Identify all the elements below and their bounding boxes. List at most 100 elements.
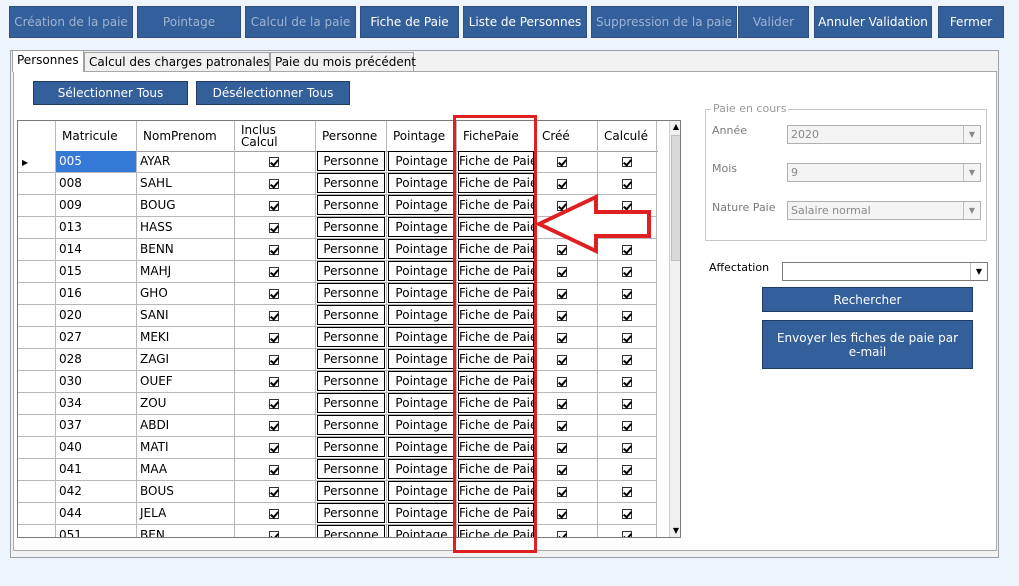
matricule-cell[interactable]: 013 <box>56 217 137 239</box>
personne-button[interactable]: Personne <box>317 151 385 171</box>
matricule-cell[interactable]: 041 <box>56 459 137 481</box>
table-row[interactable]: 051 BEN Personne Pointage Fiche de Paie <box>18 525 658 537</box>
matricule-cell[interactable]: 034 <box>56 393 137 415</box>
checkbox[interactable] <box>622 157 632 167</box>
nomprenom-cell[interactable]: AYAR <box>137 151 235 173</box>
fiche-de-paie-button[interactable]: Fiche de Paie <box>458 349 534 369</box>
checkbox[interactable] <box>622 531 632 537</box>
fiche-de-paie-button[interactable]: Fiche de Paie <box>458 437 534 457</box>
table-row[interactable]: 028 ZAGI Personne Pointage Fiche de Paie <box>18 349 658 371</box>
fichepaie-button-cell[interactable]: Fiche de Paie <box>457 217 536 239</box>
cree-cell[interactable] <box>536 173 598 195</box>
checkbox[interactable] <box>557 289 567 299</box>
matricule-cell[interactable]: 008 <box>56 173 137 195</box>
personne-button[interactable]: Personne <box>317 239 385 259</box>
toolbar-button-8[interactable]: Fermer <box>938 6 1004 38</box>
checkbox[interactable] <box>557 531 567 537</box>
pointage-button[interactable]: Pointage <box>388 437 455 457</box>
mois-select[interactable]: 9 ▼ <box>787 163 981 182</box>
pointage-button-cell[interactable]: Pointage <box>387 283 457 305</box>
checkbox[interactable] <box>269 311 279 321</box>
inclus-calcul-cell[interactable] <box>235 459 316 481</box>
fichepaie-button-cell[interactable]: Fiche de Paie <box>457 415 536 437</box>
personne-button[interactable]: Personne <box>317 327 385 347</box>
checkbox[interactable] <box>622 487 632 497</box>
row-selector[interactable] <box>18 349 56 371</box>
pointage-button-cell[interactable]: Pointage <box>387 349 457 371</box>
nomprenom-cell[interactable]: BOUG <box>137 195 235 217</box>
row-selector[interactable] <box>18 283 56 305</box>
checkbox[interactable] <box>622 465 632 475</box>
fiche-de-paie-button[interactable]: Fiche de Paie <box>458 481 534 501</box>
fiche-de-paie-button[interactable]: Fiche de Paie <box>458 503 534 523</box>
personne-button[interactable]: Personne <box>317 217 385 237</box>
personne-button-cell[interactable]: Personne <box>316 437 387 459</box>
toolbar-button-4[interactable]: Liste de Personnes <box>463 6 587 38</box>
calcule-cell[interactable] <box>598 283 657 305</box>
fiche-de-paie-button[interactable]: Fiche de Paie <box>458 195 534 215</box>
calcule-cell[interactable] <box>598 349 657 371</box>
checkbox[interactable] <box>269 267 279 277</box>
matricule-cell[interactable]: 051 <box>56 525 137 537</box>
column-header-5[interactable]: FichePaie <box>457 121 536 151</box>
matricule-cell[interactable]: 044 <box>56 503 137 525</box>
checkbox[interactable] <box>269 245 279 255</box>
toolbar-button-7[interactable]: Annuler Validation <box>814 6 932 38</box>
checkbox[interactable] <box>557 465 567 475</box>
row-selector[interactable] <box>18 239 56 261</box>
inclus-calcul-cell[interactable] <box>235 173 316 195</box>
checkbox[interactable] <box>269 399 279 409</box>
nomprenom-cell[interactable]: MAHJ <box>137 261 235 283</box>
calcule-cell[interactable] <box>598 437 657 459</box>
pointage-button[interactable]: Pointage <box>388 173 455 193</box>
fichepaie-button-cell[interactable]: Fiche de Paie <box>457 371 536 393</box>
personne-button-cell[interactable]: Personne <box>316 481 387 503</box>
fichepaie-button-cell[interactable]: Fiche de Paie <box>457 239 536 261</box>
pointage-button-cell[interactable]: Pointage <box>387 305 457 327</box>
matricule-cell[interactable]: 015 <box>56 261 137 283</box>
row-selector[interactable] <box>18 415 56 437</box>
pointage-button[interactable]: Pointage <box>388 195 455 215</box>
nomprenom-cell[interactable]: BENN <box>137 239 235 261</box>
pointage-button-cell[interactable]: Pointage <box>387 393 457 415</box>
fiche-de-paie-button[interactable]: Fiche de Paie <box>458 371 534 391</box>
personne-button[interactable]: Personne <box>317 393 385 413</box>
calcule-cell[interactable] <box>598 261 657 283</box>
pointage-button[interactable]: Pointage <box>388 327 455 347</box>
checkbox[interactable] <box>622 355 632 365</box>
personne-button[interactable]: Personne <box>317 349 385 369</box>
checkbox[interactable] <box>622 443 632 453</box>
pointage-button[interactable]: Pointage <box>388 393 455 413</box>
fichepaie-button-cell[interactable]: Fiche de Paie <box>457 283 536 305</box>
cree-cell[interactable] <box>536 371 598 393</box>
checkbox[interactable] <box>269 443 279 453</box>
fichepaie-button-cell[interactable]: Fiche de Paie <box>457 349 536 371</box>
table-row[interactable]: 016 GHO Personne Pointage Fiche de Paie <box>18 283 658 305</box>
fiche-de-paie-button[interactable]: Fiche de Paie <box>458 261 534 281</box>
calcule-cell[interactable] <box>598 327 657 349</box>
cree-cell[interactable] <box>536 415 598 437</box>
calcule-cell[interactable] <box>598 525 657 537</box>
pointage-button[interactable]: Pointage <box>388 151 455 171</box>
pointage-button-cell[interactable]: Pointage <box>387 371 457 393</box>
table-row[interactable]: 008 SAHL Personne Pointage Fiche de Paie <box>18 173 658 195</box>
cree-cell[interactable] <box>536 261 598 283</box>
table-row[interactable]: 034 ZOU Personne Pointage Fiche de Paie <box>18 393 658 415</box>
nomprenom-cell[interactable]: ZAGI <box>137 349 235 371</box>
scroll-thumb[interactable] <box>671 135 680 261</box>
fichepaie-button-cell[interactable]: Fiche de Paie <box>457 459 536 481</box>
fichepaie-button-cell[interactable]: Fiche de Paie <box>457 151 536 173</box>
pointage-button-cell[interactable]: Pointage <box>387 195 457 217</box>
personne-button[interactable]: Personne <box>317 481 385 501</box>
row-selector[interactable] <box>18 173 56 195</box>
table-row[interactable]: 015 MAHJ Personne Pointage Fiche de Paie <box>18 261 658 283</box>
fiche-de-paie-button[interactable]: Fiche de Paie <box>458 239 534 259</box>
calcule-cell[interactable] <box>598 415 657 437</box>
row-selector[interactable] <box>18 371 56 393</box>
fichepaie-button-cell[interactable]: Fiche de Paie <box>457 393 536 415</box>
matricule-cell[interactable]: 027 <box>56 327 137 349</box>
table-row[interactable]: 041 MAA Personne Pointage Fiche de Paie <box>18 459 658 481</box>
toolbar-button-6[interactable]: Valider <box>738 6 809 38</box>
row-selector[interactable] <box>18 327 56 349</box>
personne-button-cell[interactable]: Personne <box>316 261 387 283</box>
